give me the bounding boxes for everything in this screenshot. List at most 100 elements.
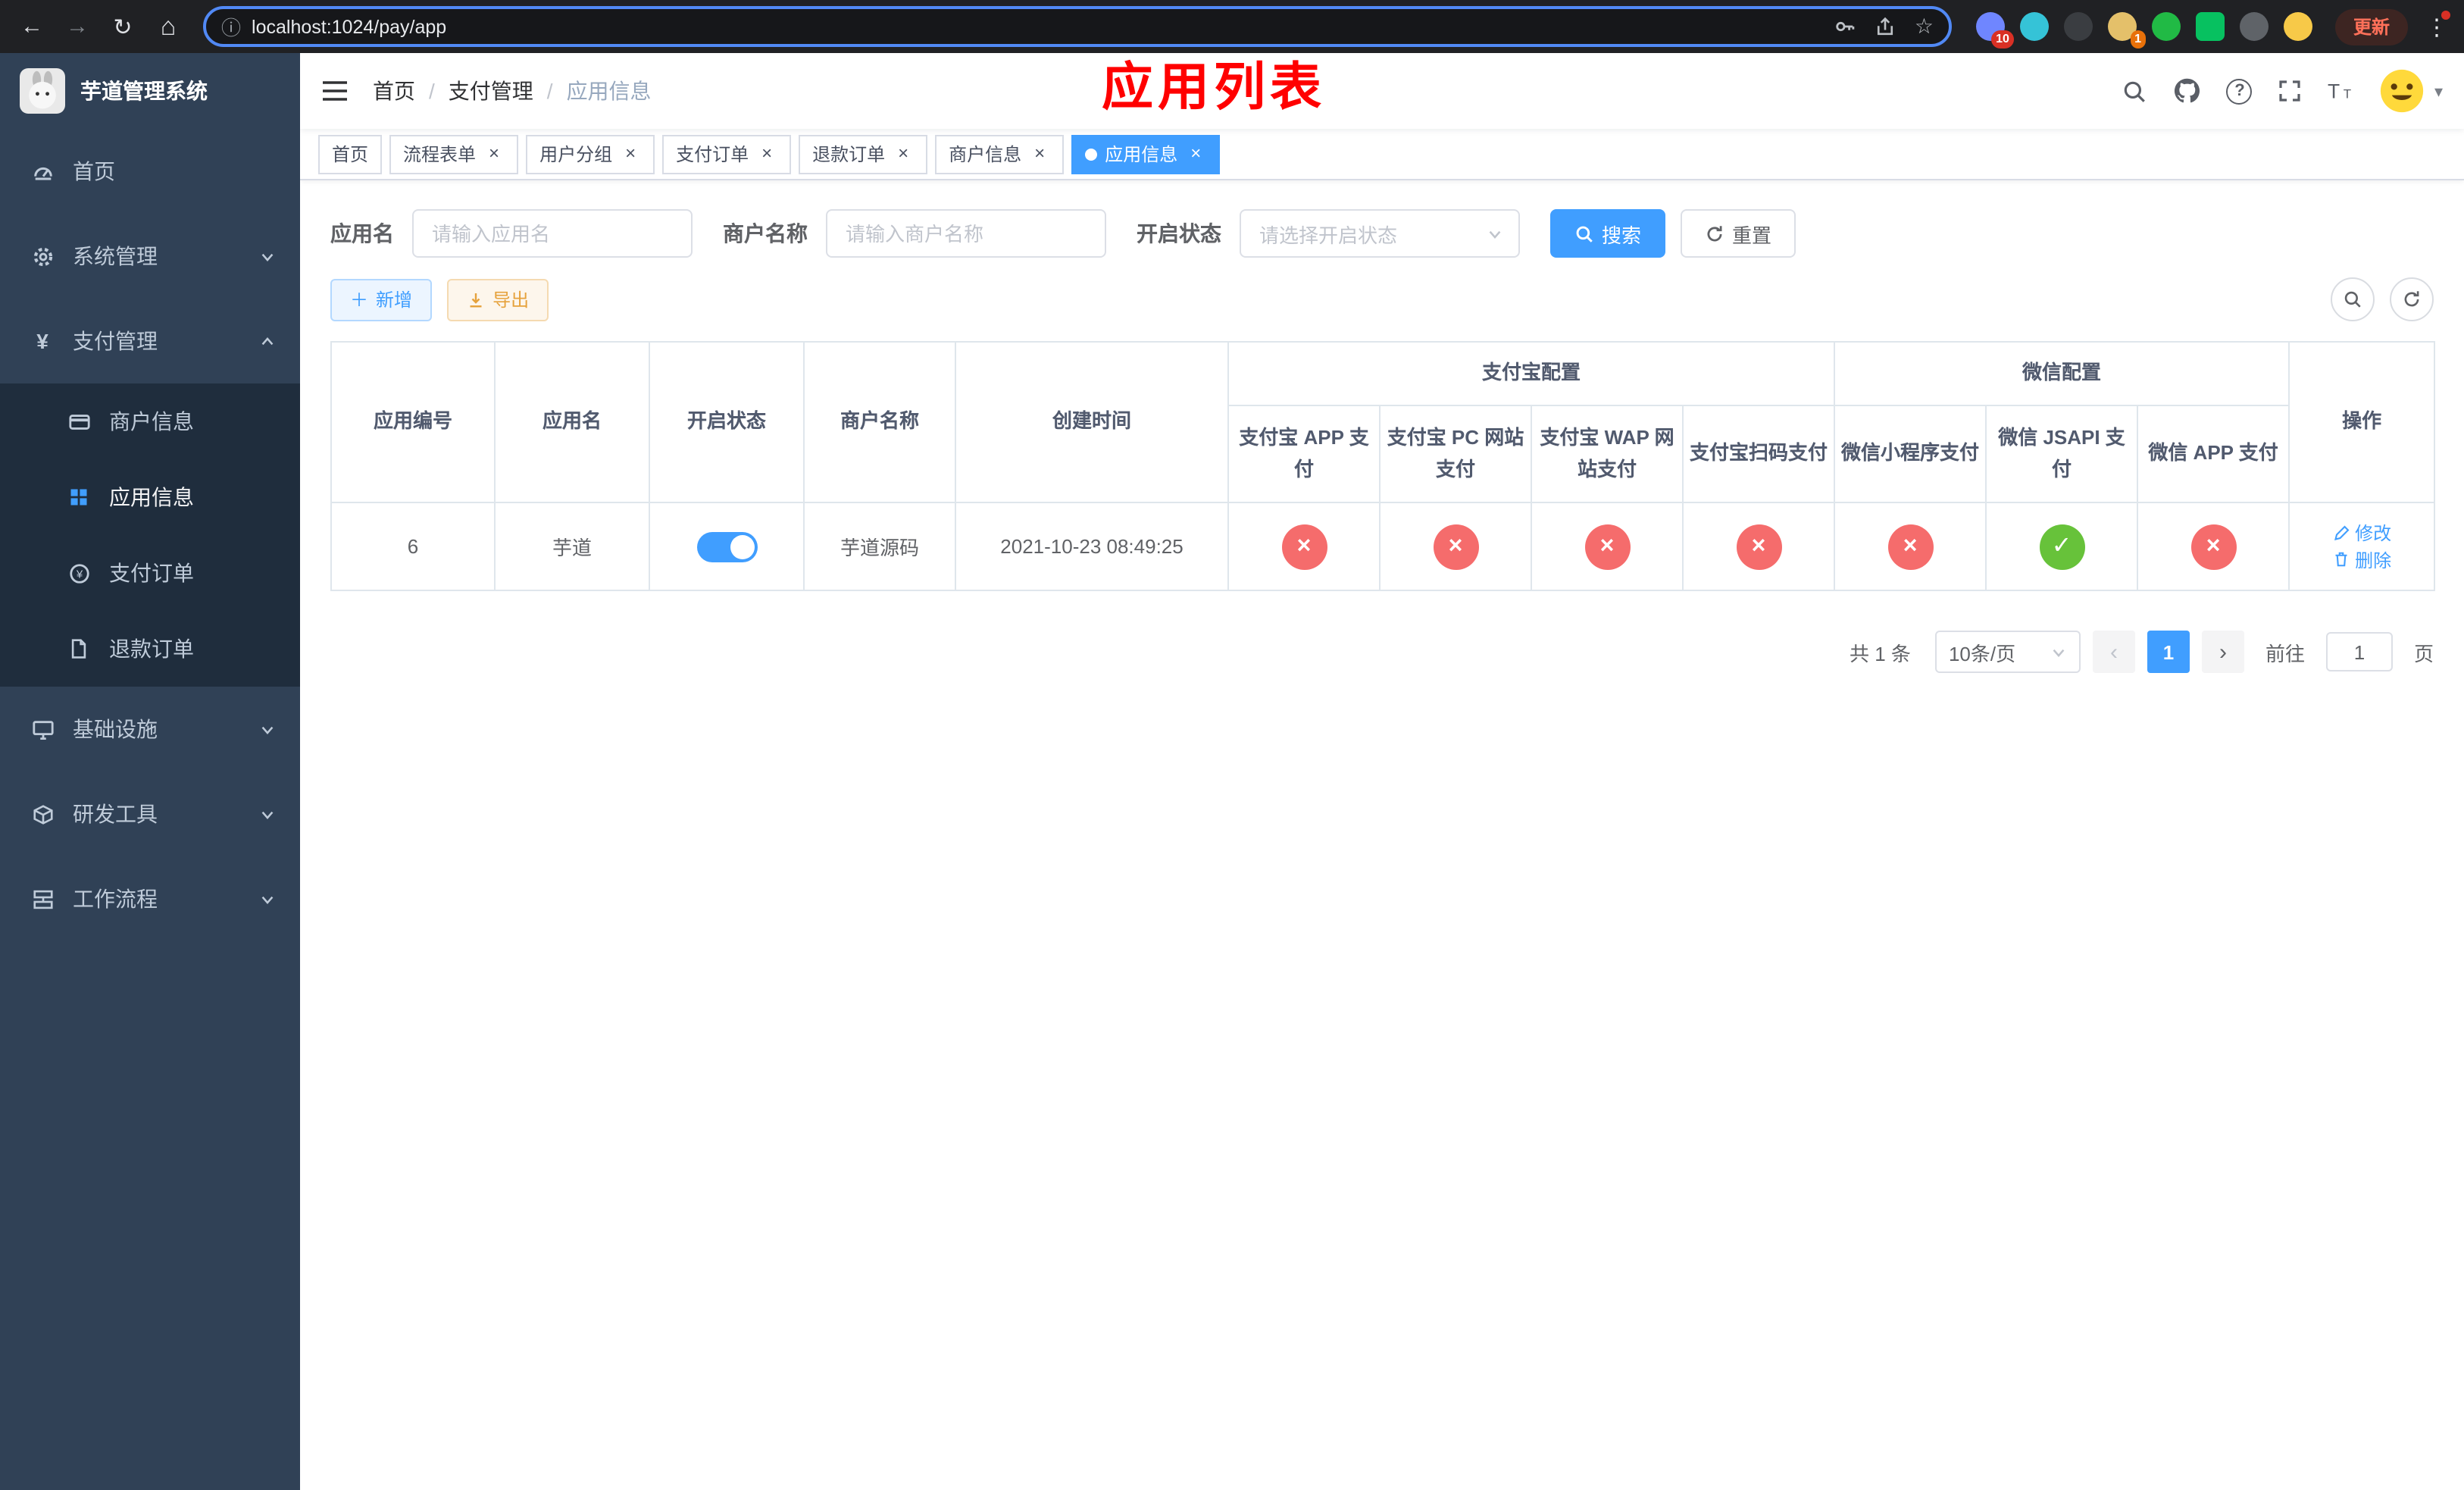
- prev-page-button[interactable]: ‹: [2092, 631, 2135, 673]
- plus-icon: ＋: [350, 290, 369, 311]
- extension-icon-3[interactable]: [2063, 12, 2093, 41]
- sidebar-item-system[interactable]: 系统管理: [0, 214, 300, 299]
- chevron-down-icon: [259, 806, 276, 822]
- table-toolbar: ＋ 新增 导出: [330, 277, 2434, 321]
- toggle-knob: [730, 534, 754, 559]
- sidebar-collapse-icon[interactable]: [321, 79, 349, 103]
- search-icon[interactable]: [2122, 78, 2148, 104]
- extension-icon-1[interactable]: 10: [1975, 12, 2014, 49]
- tab-merchant-info[interactable]: 商户信息 ×: [935, 134, 1065, 174]
- tab-home[interactable]: 首页: [318, 134, 383, 174]
- sidebar-item-infrastructure[interactable]: 基础设施: [0, 687, 300, 772]
- sidebar-subitem-app-info[interactable]: 应用信息: [0, 459, 300, 535]
- reset-button[interactable]: 重置: [1681, 209, 1796, 258]
- th-status: 开启状态: [649, 341, 805, 503]
- sidebar-menu: 首页 系统管理 ¥ 支付管理 商户信息 应用信息 ¥ 支付订单 退款订单 基础设…: [0, 129, 300, 941]
- pagination: 共 1 条 10条/页 ‹ 1 › 前往 页: [330, 631, 2434, 673]
- back-icon[interactable]: ←: [12, 7, 52, 46]
- close-icon[interactable]: ×: [756, 142, 777, 164]
- delete-link[interactable]: 删除: [2332, 546, 2391, 572]
- status-select-placeholder: 请选择开启状态: [1259, 224, 1398, 246]
- github-icon[interactable]: [2174, 77, 2201, 105]
- refresh-table-button[interactable]: [2390, 277, 2434, 321]
- home-icon[interactable]: ⌂: [149, 7, 188, 46]
- sidebar-subitem-pay-order[interactable]: ¥ 支付订单: [0, 535, 300, 611]
- status-toggle[interactable]: [696, 531, 757, 562]
- th-alipay-wap: 支付宝 WAP 网站支付: [1531, 405, 1684, 503]
- edit-link[interactable]: 修改: [2332, 520, 2391, 546]
- sidebar-item-home[interactable]: 首页: [0, 129, 300, 214]
- extension-icon-8[interactable]: [2283, 12, 2312, 41]
- tab-label: 首页: [332, 144, 369, 165]
- navbar-actions: ? TT ▾: [2122, 68, 2443, 114]
- extension-icon-7[interactable]: [2239, 12, 2269, 41]
- tab-user-group[interactable]: 用户分组 ×: [526, 134, 655, 174]
- close-icon[interactable]: ×: [620, 142, 641, 164]
- breadcrumb-home[interactable]: 首页: [373, 76, 415, 106]
- chevron-down-icon: [259, 891, 276, 907]
- page-size-select[interactable]: 10条/页: [1934, 631, 2081, 673]
- page-number-1[interactable]: 1: [2147, 631, 2190, 673]
- filter-label-status: 开启状态: [1137, 221, 1221, 246]
- close-icon[interactable]: ×: [1185, 142, 1206, 164]
- close-icon[interactable]: ×: [893, 142, 914, 164]
- cell-status: [649, 502, 805, 591]
- tab-app-info[interactable]: 应用信息 ×: [1071, 134, 1221, 174]
- help-icon[interactable]: ?: [2226, 78, 2253, 104]
- extension-icon-4[interactable]: 1: [2107, 12, 2146, 49]
- next-page-button[interactable]: ›: [2201, 631, 2244, 673]
- th-wechat-jsapi: 微信 JSAPI 支付: [1985, 405, 2139, 503]
- fullscreen-icon[interactable]: [2278, 79, 2303, 103]
- reload-icon[interactable]: ↻: [103, 7, 142, 46]
- browser-update-button[interactable]: 更新: [2334, 8, 2408, 45]
- bookmark-star-icon[interactable]: ☆: [1915, 14, 1934, 39]
- sidebar-subitem-merchant-info[interactable]: 商户信息: [0, 383, 300, 459]
- url-text: localhost:1024/pay/app: [252, 16, 447, 37]
- password-key-icon[interactable]: [1834, 15, 1857, 38]
- merchant-name-input[interactable]: [826, 209, 1106, 258]
- status-select[interactable]: 请选择开启状态: [1240, 209, 1520, 258]
- infrastructure-icon: [30, 718, 55, 740]
- extension-icon-5[interactable]: [2151, 12, 2181, 41]
- forward-icon[interactable]: →: [58, 7, 97, 46]
- payment-submenu: 商户信息 应用信息 ¥ 支付订单 退款订单: [0, 383, 300, 687]
- address-bar[interactable]: ⓘ localhost:1024/pay/app ☆: [203, 6, 1952, 47]
- browser-menu-icon[interactable]: ⋮: [2422, 10, 2452, 40]
- toggle-search-button[interactable]: [2331, 277, 2375, 321]
- search-button[interactable]: 搜索: [1550, 209, 1666, 258]
- close-icon[interactable]: ×: [1029, 142, 1050, 164]
- sidebar-item-payment[interactable]: ¥ 支付管理: [0, 299, 300, 383]
- share-icon[interactable]: [1875, 16, 1896, 37]
- sidebar-subitem-refund-order[interactable]: 退款订单: [0, 611, 300, 687]
- filter-label-app-name: 应用名: [330, 221, 394, 246]
- user-menu[interactable]: ▾: [2380, 68, 2443, 114]
- sidebar-item-dev-tools[interactable]: 研发工具: [0, 772, 300, 856]
- app-name-input[interactable]: [412, 209, 693, 258]
- tab-process-form[interactable]: 流程表单 ×: [389, 134, 519, 174]
- goto-page-input[interactable]: [2325, 632, 2393, 671]
- browser-toolbar: ← → ↻ ⌂ ⓘ localhost:1024/pay/app ☆ 10 1: [0, 0, 2464, 53]
- tab-refund-order[interactable]: 退款订单 ×: [799, 134, 928, 174]
- font-size-icon[interactable]: TT: [2328, 79, 2354, 103]
- tab-pay-order[interactable]: 支付订单 ×: [662, 134, 792, 174]
- tabs-bar: 首页 流程表单 × 用户分组 × 支付订单 × 退款订单 × 商户信息 × 应用…: [300, 129, 2464, 180]
- th-wechat-app: 微信 APP 支付: [2137, 405, 2290, 503]
- extension-icon-2[interactable]: [2019, 12, 2049, 41]
- th-created: 创建时间: [955, 341, 1229, 503]
- app-logo[interactable]: 芋道管理系统: [0, 53, 300, 129]
- add-button[interactable]: ＋ 新增: [330, 278, 433, 321]
- sidebar-item-label: 退款订单: [109, 637, 194, 661]
- apps-grid-icon: [67, 487, 91, 508]
- extension-icon-6[interactable]: [2195, 12, 2225, 41]
- download-icon: [467, 290, 485, 308]
- tab-label: 商户信息: [949, 144, 1022, 165]
- update-dot: [2441, 10, 2450, 19]
- sidebar-item-label: 首页: [73, 159, 115, 183]
- merchant-card-icon: [67, 410, 91, 433]
- top-navbar: 首页 / 支付管理 / 应用信息 ? TT ▾: [300, 53, 2464, 129]
- site-info-icon[interactable]: ⓘ: [221, 12, 241, 41]
- export-button[interactable]: 导出: [447, 278, 549, 321]
- wechat-app-status-icon: ×: [2190, 524, 2237, 569]
- sidebar-item-workflow[interactable]: 工作流程: [0, 856, 300, 941]
- close-icon[interactable]: ×: [483, 142, 505, 164]
